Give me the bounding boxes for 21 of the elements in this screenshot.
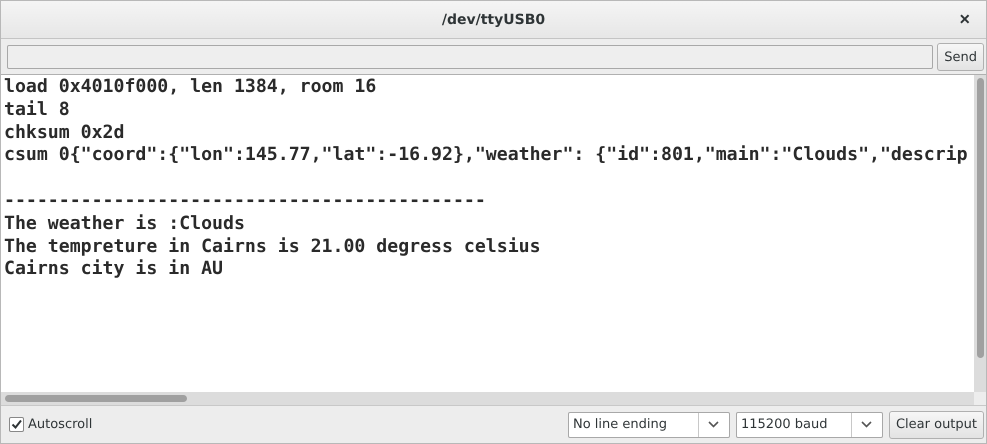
caret-icon	[861, 421, 872, 428]
output-line: The tempreture in Cairns is 21.00 degress celsius	[4, 236, 541, 258]
horizontal-scrollbar[interactable]	[1, 392, 974, 405]
output-line: tail 8	[4, 98, 70, 122]
baud-rate-dropdown[interactable]: 115200 baud	[736, 412, 883, 438]
send-input-field[interactable]	[7, 45, 934, 69]
clear-output-button[interactable]: Clear output	[888, 410, 984, 438]
output-line: Cairns city is in AU	[4, 258, 223, 282]
output-line: The weather is :Clouds	[4, 212, 245, 236]
window-title: /dev/ttyUSB0	[442, 12, 546, 28]
output-line: csum 0{"coord":{"lon":145.77,"lat":-16.92},"weather": {"id":801,"main":"Clouds","descrip	[4, 144, 968, 168]
send-button[interactable]: Send	[937, 43, 984, 71]
vertical-scrollbar[interactable]	[974, 75, 986, 392]
line-ending-dropdown[interactable]: No line ending	[568, 412, 730, 438]
autoscroll-label: Autoscroll	[28, 417, 92, 432]
output-line: chksum 0x2d	[4, 122, 124, 144]
close-button[interactable]: ×	[955, 9, 974, 29]
output-line: load 0x4010f000, len 1384, room 16	[4, 76, 376, 99]
output-line: --------------------------------------------	[4, 190, 486, 213]
caret-icon	[708, 421, 720, 428]
autoscroll-checkbox[interactable]	[9, 417, 24, 432]
